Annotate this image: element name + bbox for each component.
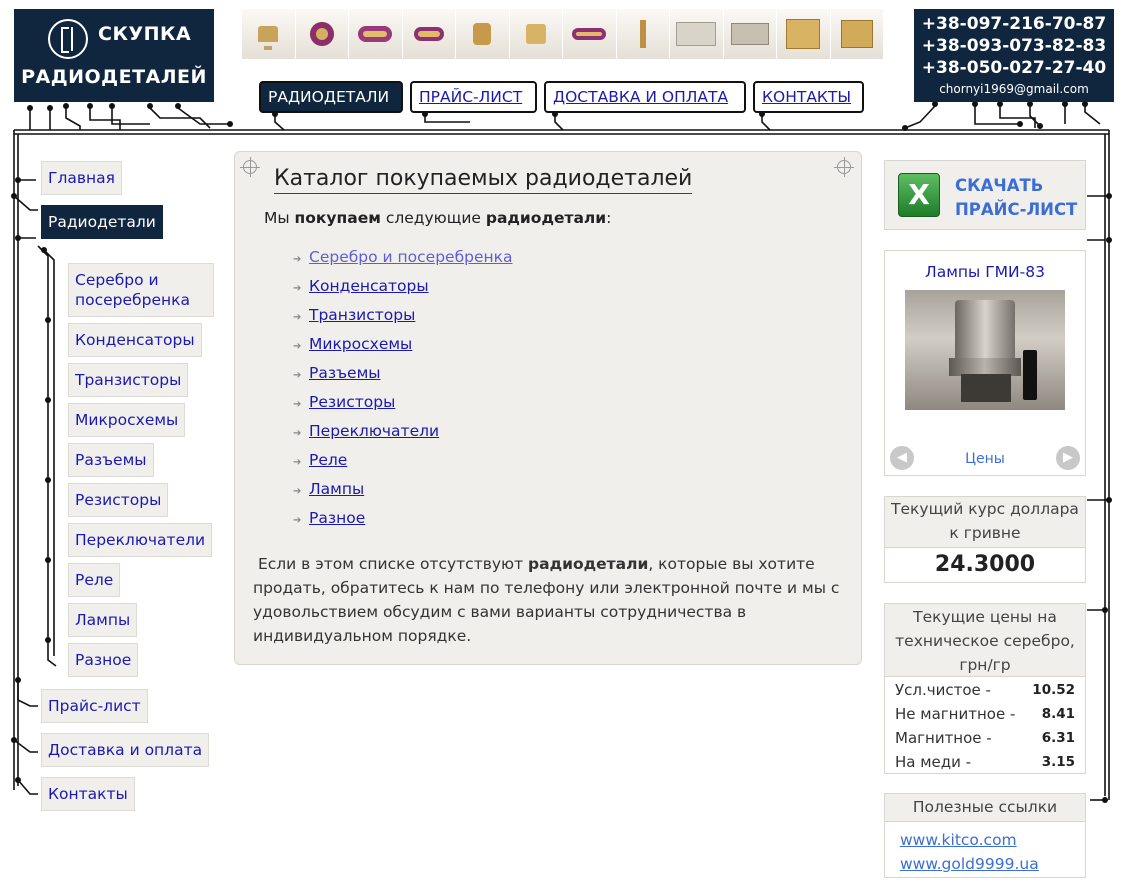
silver-price-row: Магнитное -6.31 [895,729,1075,747]
arrow-icon: ➔ [293,283,302,294]
transistor-image [402,9,456,59]
transistor-image [563,9,617,59]
chip-image [670,9,724,59]
list-item: ➔ Лампы [293,478,513,507]
list-item: ➔ Серебро и посеребренка [293,246,513,275]
sidebar-item-microchips[interactable]: Микросхемы [68,403,186,437]
silver-price-row: Усл.чистое -10.52 [895,681,1075,699]
sidebar-item-transistors[interactable]: Транзисторы [68,363,189,397]
gallery-prices-link[interactable]: Цены [885,451,1085,467]
arrow-icon: ➔ [293,399,302,410]
sidebar-item-switches[interactable]: Переключатели [68,523,213,557]
list-item: ➔ Резисторы [293,391,513,420]
sidebar-item-connectors[interactable]: Разъемы [68,443,154,477]
chip-image [830,9,884,59]
arrow-icon: ➔ [293,341,302,352]
arrow-icon: ➔ [293,486,302,497]
logo-line1: СКУПКА [98,23,192,45]
topnav-contacts[interactable]: КОНТАКТЫ [753,81,864,113]
arrow-icon: ➔ [293,370,302,381]
gallery-title[interactable]: Лампы ГМИ-83 [885,263,1085,281]
exchange-rate-title: Текущий курс доллара к гривне [885,497,1085,548]
sidebar-item-relays[interactable]: Реле [68,563,121,597]
phone-number[interactable]: +38-093-073-82-83 [914,35,1114,57]
site-logo[interactable]: СКУПКА РАДИОДЕТАЛЕЙ [14,9,214,102]
chip-image [723,9,777,59]
exchange-rate-value: 24.3000 [934,552,1036,577]
topnav-parts[interactable]: РАДИОДЕТАЛИ [259,81,403,113]
catalog-link[interactable]: Конденсаторы [309,277,429,295]
components-photo-strip [242,9,884,59]
sidebar-item-silver[interactable]: Серебро и посеребренка [68,263,214,317]
silver-prices-box: Текущие цены на техническое серебро, грн… [884,603,1086,774]
catalog-link[interactable]: Разъемы [309,364,381,382]
useful-links-title: Полезные ссылки [885,794,1085,822]
catalog-link[interactable]: Серебро и посеребренка [309,248,513,266]
sidebar-item-contacts[interactable]: Контакты [41,777,135,811]
list-item: ➔ Разъемы [293,362,513,391]
list-item: ➔ Разное [293,507,513,536]
catalog-intro: Мы покупаем следующие радиодетали: [264,209,612,227]
logo-emblem-icon [48,19,88,59]
transistor-image [349,9,403,59]
sidebar-item-delivery[interactable]: Доставка и оплата [41,733,210,767]
external-link[interactable]: www.gold9999.ua [885,852,1085,876]
catalog-panel: Каталог покупаемых радиодеталей Мы покуп… [234,151,862,665]
catalog-link[interactable]: Лампы [309,480,364,498]
silver-price-row: Не магнитное -8.41 [895,705,1075,723]
chip-image [777,9,831,59]
arrow-icon: ➔ [293,457,302,468]
crosshair-icon [240,157,260,177]
arrow-icon: ➔ [293,515,302,526]
lamp-photo[interactable] [905,290,1065,410]
list-item: ➔ Реле [293,449,513,478]
list-item: ➔ Транзисторы [293,304,513,333]
silver-prices-title: Текущие цены на техническое серебро, грн… [885,604,1085,677]
crosshair-icon [834,157,854,177]
product-gallery: Лампы ГМИ-83 ◀ ▶ Цены [884,250,1086,476]
silver-price-row: На меди -3.15 [895,753,1075,771]
transistor-image [509,9,563,59]
catalog-list: ➔ Серебро и посеребренка ➔ Конденсаторы ➔ Т… [293,246,513,536]
sidebar-item-lamps[interactable]: Лампы [68,603,138,637]
logo-line2: РАДИОДЕТАЛЕЙ [21,66,207,88]
catalog-link[interactable]: Микросхемы [309,335,412,353]
sidebar-item-price-list[interactable]: Прайс-лист [41,689,148,723]
sidebar-item-parts[interactable]: Радиодетали [41,205,163,239]
catalog-link[interactable]: Разное [309,509,365,527]
contact-box: +38-097-216-70-87 +38-093-073-82-83 +38-… [914,9,1114,102]
email-link[interactable]: chornyi1969@gmail.com [914,82,1114,96]
topnav-delivery[interactable]: ДОСТАВКА И ОПЛАТА [544,81,746,113]
download-price-list-button[interactable]: X СКАЧАТЬ ПРАЙС-ЛИСТ [884,160,1086,230]
transistor-image [295,9,349,59]
arrow-icon: ➔ [293,428,302,439]
catalog-link[interactable]: Транзисторы [309,306,415,324]
useful-links-box: Полезные ссылки www.kitco.com www.gold99… [884,793,1086,878]
catalog-link[interactable]: Резисторы [309,393,395,411]
catalog-link[interactable]: Реле [309,451,347,469]
catalog-link[interactable]: Переключатели [309,422,439,440]
list-item: ➔ Переключатели [293,420,513,449]
sidebar-item-capacitors[interactable]: Конденсаторы [68,323,202,357]
diode-image [616,9,670,59]
transistor-image [456,9,510,59]
external-link[interactable]: www.kitco.com [885,828,1085,852]
list-item: ➔ Микросхемы [293,333,513,362]
exchange-rate-box: Текущий курс доллара к гривне 24.3000 [884,496,1086,583]
download-label: СКАЧАТЬ ПРАЙС-ЛИСТ [955,176,1078,219]
topnav-price-list[interactable]: ПРАЙС-ЛИСТ [410,81,537,113]
phone-number[interactable]: +38-050-027-27-40 [914,57,1114,79]
list-item: ➔ Конденсаторы [293,275,513,304]
sidebar-item-resistors[interactable]: Резисторы [68,483,169,517]
page-title: Каталог покупаемых радиодеталей [274,165,693,194]
catalog-outro: Если в этом списке отсутствуют радиодета… [253,555,840,645]
transistor-image [242,9,296,59]
phone-number[interactable]: +38-097-216-70-87 [914,13,1114,35]
arrow-icon: ➔ [293,254,302,265]
excel-icon: X [898,173,940,217]
arrow-icon: ➔ [293,312,302,323]
sidebar-item-home[interactable]: Главная [41,161,122,195]
sidebar-item-misc[interactable]: Разное [68,643,139,677]
